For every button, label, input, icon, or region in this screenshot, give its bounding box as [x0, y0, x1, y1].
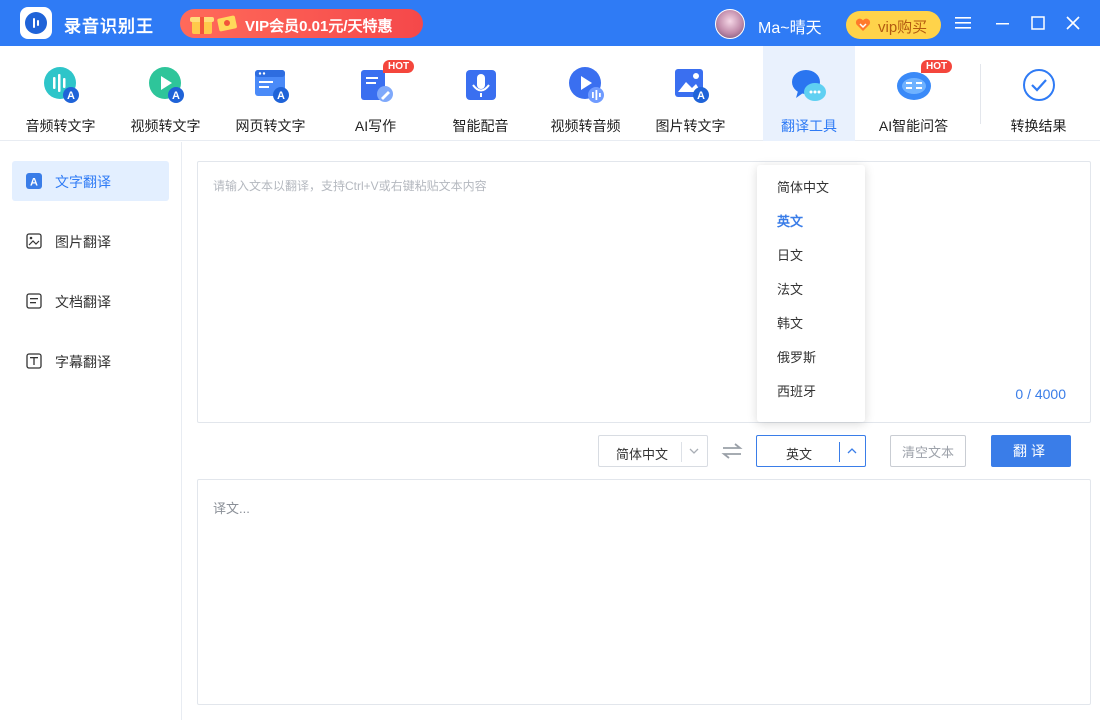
translation-output-area[interactable]: 译文...	[197, 479, 1091, 705]
sidebar-item-label: 字幕翻译	[55, 354, 111, 370]
language-option[interactable]: 简体中文	[757, 171, 865, 205]
select-separator	[681, 442, 682, 462]
vip-buy-button[interactable]: vip购买	[846, 11, 941, 39]
minimize-icon[interactable]	[990, 10, 1016, 36]
tool-video-to-text[interactable]: A 视频转文字	[113, 46, 218, 141]
sidebar-item-subtitle-translate[interactable]: 字幕翻译	[12, 341, 169, 381]
video-to-text-icon: A	[149, 67, 184, 103]
document-translate-icon	[26, 293, 42, 309]
tool-webpage-to-text[interactable]: A 网页转文字	[218, 46, 323, 141]
tool-label: 视频转文字	[130, 118, 201, 134]
hot-badge: HOT	[921, 60, 953, 73]
language-option[interactable]: 日文	[757, 239, 865, 273]
toolbar-divider	[980, 64, 981, 124]
target-language-value: 英文	[785, 447, 812, 462]
select-separator	[839, 442, 840, 462]
language-option[interactable]: 法文	[757, 273, 865, 307]
tool-label: 图片转文字	[655, 118, 726, 134]
language-option-selected[interactable]: 英文	[757, 205, 865, 239]
translate-controls: 简体中文 英文 清空文本 翻译	[0, 435, 1100, 467]
source-language-select[interactable]: 简体中文	[598, 435, 708, 467]
target-language-select[interactable]: 英文	[756, 435, 866, 467]
promo-text: VIP会员0.01元/天特惠	[245, 18, 393, 35]
video-to-audio-icon	[569, 67, 604, 103]
app-logo-icon	[20, 7, 52, 39]
source-text-input[interactable]	[198, 162, 1090, 422]
vip-promo-banner[interactable]: VIP会员0.01元/天特惠	[180, 9, 423, 38]
sidebar-item-label: 文字翻译	[55, 174, 111, 190]
gift-icon	[190, 12, 214, 34]
tool-image-to-text[interactable]: A 图片转文字	[638, 46, 743, 141]
target-language-dropdown: 简体中文 英文 日文 法文 韩文 俄罗斯 西班牙	[757, 165, 865, 422]
maximize-icon[interactable]	[1025, 10, 1051, 36]
output-placeholder: 译文...	[213, 501, 250, 516]
feature-toolbar: A 音频转文字 A 视频转文字 A 网页转文字 HOT AI写作 智能配音 视频…	[0, 46, 1100, 141]
tool-label: 网页转文字	[235, 118, 306, 134]
translate-tool-icon	[792, 70, 826, 101]
svg-text:A: A	[172, 90, 180, 102]
sidebar-item-image-translate[interactable]: 图片翻译	[12, 221, 169, 261]
tool-label: 音频转文字	[25, 118, 96, 134]
svg-text:A: A	[30, 177, 38, 189]
tool-label: 视频转音频	[550, 118, 621, 134]
check-circle-icon	[1023, 69, 1055, 101]
source-language-value: 简体中文	[615, 447, 668, 462]
tool-label: AI写作	[354, 118, 397, 134]
tool-ai-chat[interactable]: HOT AI智能问答	[861, 46, 966, 141]
tool-label: 翻译工具	[781, 118, 837, 134]
swap-languages-icon[interactable]	[720, 442, 744, 460]
svg-text:A: A	[697, 90, 705, 102]
translate-button[interactable]: 翻译	[991, 435, 1071, 467]
clear-text-button[interactable]: 清空文本	[890, 435, 966, 467]
coupon-icon	[217, 15, 237, 32]
language-option[interactable]: 西班牙	[757, 375, 865, 409]
svg-text:A: A	[67, 90, 75, 102]
webpage-to-text-icon: A	[255, 70, 289, 103]
char-counter: 0 / 4000	[1015, 386, 1066, 402]
tool-label: AI智能问答	[878, 118, 949, 134]
language-option[interactable]: 韩文	[757, 307, 865, 341]
vip-heart-icon	[855, 18, 871, 31]
audio-to-text-icon: A	[44, 67, 79, 103]
title-bar: 录音识别王 VIP会员0.01元/天特惠 Ma~晴天 vip购买	[0, 0, 1100, 46]
sidebar-item-document-translate[interactable]: 文档翻译	[12, 281, 169, 321]
tool-conversion-results[interactable]: 转换结果	[986, 46, 1091, 141]
tool-smart-dubbing[interactable]: 智能配音	[428, 46, 533, 141]
username[interactable]: Ma~晴天	[758, 14, 822, 38]
language-option[interactable]: 俄罗斯	[757, 341, 865, 375]
microphone-icon	[466, 70, 496, 100]
sidebar-item-label: 文档翻译	[55, 294, 111, 310]
tool-translation[interactable]: 翻译工具	[763, 46, 855, 141]
sidebar-item-text-translate[interactable]: A 文字翻译	[12, 161, 169, 201]
menu-icon[interactable]	[950, 10, 976, 36]
app-title: 录音识别王	[64, 17, 154, 36]
hot-badge: HOT	[383, 60, 415, 73]
vip-buy-label: vip购买	[878, 19, 928, 36]
sidebar: A 文字翻译 图片翻译 文档翻译 字幕翻译	[0, 142, 182, 720]
image-translate-icon	[26, 233, 42, 249]
tool-label: 智能配音	[452, 118, 509, 134]
tool-audio-to-text[interactable]: A 音频转文字	[8, 46, 113, 141]
tool-video-to-audio[interactable]: 视频转音频	[533, 46, 638, 141]
source-text-area: 0 / 4000	[197, 161, 1091, 423]
subtitle-translate-icon	[26, 353, 42, 369]
chevron-up-icon	[847, 448, 857, 454]
text-translate-icon: A	[26, 173, 42, 189]
sidebar-item-label: 图片翻译	[55, 234, 111, 250]
chevron-down-icon	[689, 448, 699, 454]
tool-ai-writing[interactable]: HOT AI写作	[323, 46, 428, 141]
svg-text:A: A	[277, 90, 285, 102]
tool-label: 转换结果	[1010, 118, 1067, 134]
image-to-text-icon: A	[675, 69, 709, 103]
avatar[interactable]	[715, 9, 745, 39]
close-icon[interactable]	[1060, 10, 1086, 36]
